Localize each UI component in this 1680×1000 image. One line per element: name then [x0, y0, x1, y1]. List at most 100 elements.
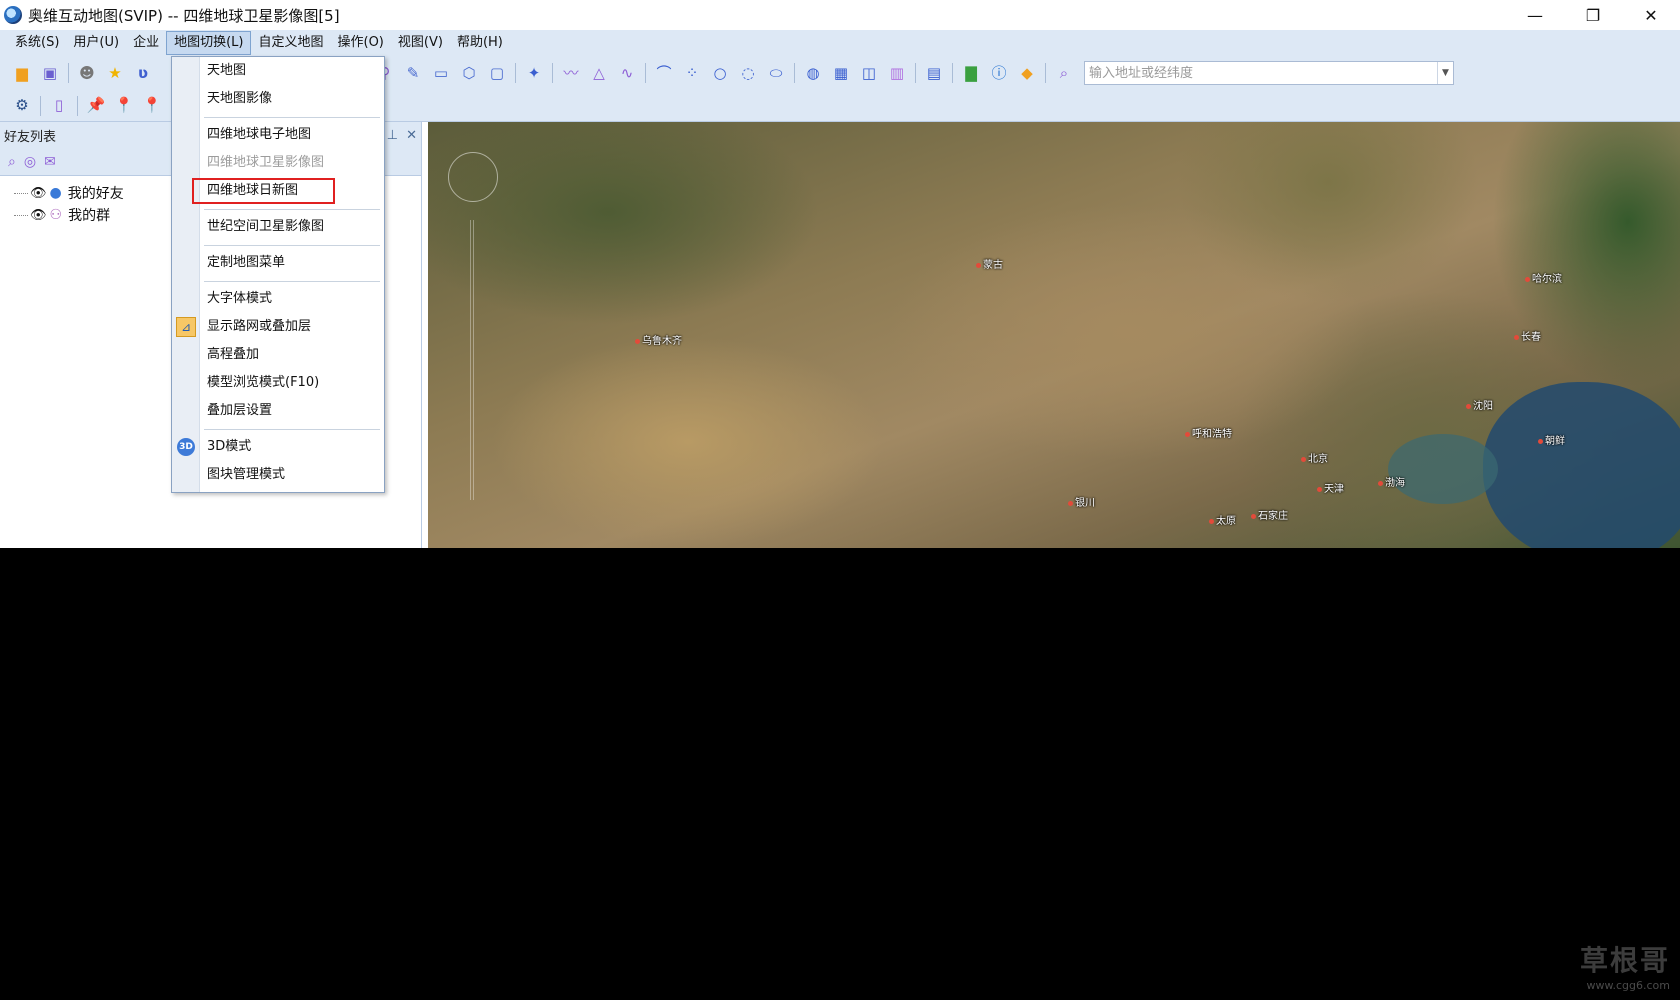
menu-item-siwei-satellite: 四维地球卫星影像图 — [207, 155, 325, 170]
points-icon[interactable]: ⁘ — [681, 62, 703, 84]
menu-item-road-overlay[interactable]: ⊿ 显示路网或叠加层 — [172, 313, 384, 341]
city-label: 长春 — [1514, 328, 1541, 343]
toolbar-separator — [515, 63, 516, 83]
menu-separator — [172, 425, 384, 433]
menu-system[interactable]: 系统(S) — [8, 31, 66, 55]
menu-separator — [172, 113, 384, 121]
measure-icon[interactable]: ▭ — [430, 62, 452, 84]
menu-view[interactable]: 视图(V) — [391, 31, 450, 55]
tree-label: 我的好友 — [67, 186, 124, 202]
group-icon: ⚇ — [49, 207, 63, 223]
open-folder-icon[interactable]: ▆ — [11, 62, 33, 84]
toolbar-separator — [40, 95, 41, 116]
menu-custom-map[interactable]: 自定义地图 — [251, 31, 330, 55]
document-icon[interactable]: ▯ — [48, 95, 70, 117]
restore-button[interactable]: ❐ — [1564, 0, 1622, 30]
menu-item-century-space[interactable]: 世纪空间卫星影像图 — [172, 213, 384, 241]
user-icon: ● — [49, 185, 62, 201]
menu-map-switch[interactable]: 地图切换(L) — [166, 31, 252, 55]
search-friend-icon[interactable]: ⌕ — [8, 154, 16, 170]
toolbar-separator — [915, 63, 916, 83]
ruler-icon[interactable]: ✎ — [402, 62, 424, 84]
menu-separator — [172, 241, 384, 249]
menu-help[interactable]: 帮助(H) — [450, 31, 510, 55]
compass-icon[interactable] — [448, 152, 498, 202]
menu-item-3d-mode[interactable]: 3D 3D模式 — [172, 433, 384, 461]
diamond-icon[interactable]: ◆ — [1016, 62, 1038, 84]
users-icon[interactable]: ☻ — [76, 62, 98, 84]
chevron-down-icon[interactable]: ▼ — [1437, 62, 1453, 84]
satellite-map[interactable]: 乌鲁木齐 蒙古 哈尔滨 长春 沈阳 呼和浩特 北京 天津 渤海 朝鲜 银川 太原… — [428, 122, 1680, 548]
eye-icon[interactable]: 👁 — [30, 186, 47, 201]
eye-icon[interactable]: 👁 — [30, 208, 47, 223]
city-label: 哈尔滨 — [1525, 270, 1562, 285]
toolbar-separator — [552, 63, 553, 83]
save-icon[interactable]: ▣ — [39, 62, 61, 84]
menu-enterprise[interactable]: 企业 — [126, 31, 166, 55]
window-title: 奥维互动地图(SVIP) -- 四维地球卫星影像图[5] — [28, 6, 340, 25]
city-label: 北京 — [1301, 450, 1328, 465]
search-icon[interactable]: ⌕ — [1053, 62, 1075, 84]
highlight-box — [192, 178, 335, 204]
shape-layer-icon[interactable]: ◫ — [858, 62, 880, 84]
3d-icon: 3D — [177, 438, 195, 456]
city-label: 石家庄 — [1251, 507, 1288, 522]
ellipse-icon[interactable]: ⬭ — [765, 62, 787, 84]
menu-item-elevation[interactable]: 高程叠加 — [172, 341, 384, 369]
star-icon[interactable]: ★ — [104, 62, 126, 84]
table-icon[interactable]: ▤ — [923, 62, 945, 84]
arc-circle-icon[interactable]: ◌ — [737, 62, 759, 84]
title-bar: 奥维互动地图(SVIP) -- 四维地球卫星影像图[5] — ❐ ✕ — [0, 0, 1680, 30]
tree-connector — [14, 192, 28, 194]
menu-item-tile-manage[interactable]: 图块管理模式 — [172, 461, 384, 489]
menu-item-overlay-settings[interactable]: 叠加层设置 — [172, 397, 384, 425]
curve-icon[interactable]: ∿ — [616, 62, 638, 84]
route-icon[interactable]: ʋ — [132, 62, 154, 84]
pin-icon[interactable]: ⊥ — [387, 128, 398, 143]
polyline-icon[interactable]: 〰 — [560, 62, 582, 84]
watermark: 草根哥 www.cgg6.com — [1580, 939, 1670, 992]
window-controls: — ❐ ✕ — [1506, 0, 1680, 30]
globe-layer-icon[interactable]: ◍ — [802, 62, 824, 84]
toolbar-separator — [952, 63, 953, 83]
minimize-button[interactable]: — — [1506, 0, 1564, 30]
menu-item-large-font[interactable]: 大字体模式 — [172, 285, 384, 313]
menu-item-siwei-vector[interactable]: 四维地球电子地图 — [172, 121, 384, 149]
polygon-icon[interactable]: △ — [588, 62, 610, 84]
city-label: 蒙古 — [976, 256, 1003, 271]
mail-icon[interactable]: ✉ — [44, 154, 56, 170]
settings-gear-icon[interactable]: ⚙ — [11, 95, 33, 117]
green-pin-icon[interactable]: 📍 — [141, 95, 163, 117]
address-search-box[interactable]: ▼ — [1084, 61, 1454, 85]
chat-bubble-icon[interactable]: ◎ — [24, 154, 36, 170]
city-label: 朝鲜 — [1538, 432, 1565, 447]
info-icon[interactable]: ⓘ — [988, 62, 1010, 84]
zoom-slider[interactable] — [470, 220, 474, 500]
menu-item-tianditu[interactable]: 天地图 — [172, 57, 384, 85]
map-switch-dropdown: 天地图 天地图影像 四维地球电子地图 四维地球卫星影像图 四维地球日新图 世纪空… — [171, 56, 385, 493]
arc-icon[interactable]: ⌒ — [653, 62, 675, 84]
chat-icon[interactable]: ▇ — [960, 62, 982, 84]
app-globe-icon — [4, 6, 22, 24]
close-button[interactable]: ✕ — [1622, 0, 1680, 30]
menu-item-model-browse[interactable]: 模型浏览模式(F10) — [172, 369, 384, 397]
yellow-pin-icon[interactable]: 📌 — [85, 95, 107, 117]
menu-operation[interactable]: 操作(O) — [331, 31, 391, 55]
blue-pin-icon[interactable]: 📍 — [113, 95, 135, 117]
menu-item-tianditu-imagery[interactable]: 天地图影像 — [172, 85, 384, 113]
pin-add-icon[interactable]: ✦ — [523, 62, 545, 84]
circle-icon[interactable]: ○ — [709, 62, 731, 84]
cube-icon[interactable]: ⬡ — [458, 62, 480, 84]
address-search-input[interactable] — [1085, 62, 1437, 84]
grid-layer-icon[interactable]: ▦ — [830, 62, 852, 84]
toolbar-separator — [645, 63, 646, 83]
panel-close-icon[interactable]: ✕ — [406, 128, 417, 143]
app-window: 奥维互动地图(SVIP) -- 四维地球卫星影像图[5] — ❐ ✕ 系统(S)… — [0, 0, 1680, 548]
menu-separator — [172, 277, 384, 285]
toolbar-separator — [1045, 63, 1046, 83]
camera-icon[interactable]: ▢ — [486, 62, 508, 84]
menu-user[interactable]: 用户(U) — [66, 31, 126, 55]
columns-icon[interactable]: ▥ — [886, 62, 908, 84]
menu-item-siwei-daily[interactable]: 四维地球日新图 — [172, 177, 384, 205]
menu-item-custom-map-menu[interactable]: 定制地图菜单 — [172, 249, 384, 277]
